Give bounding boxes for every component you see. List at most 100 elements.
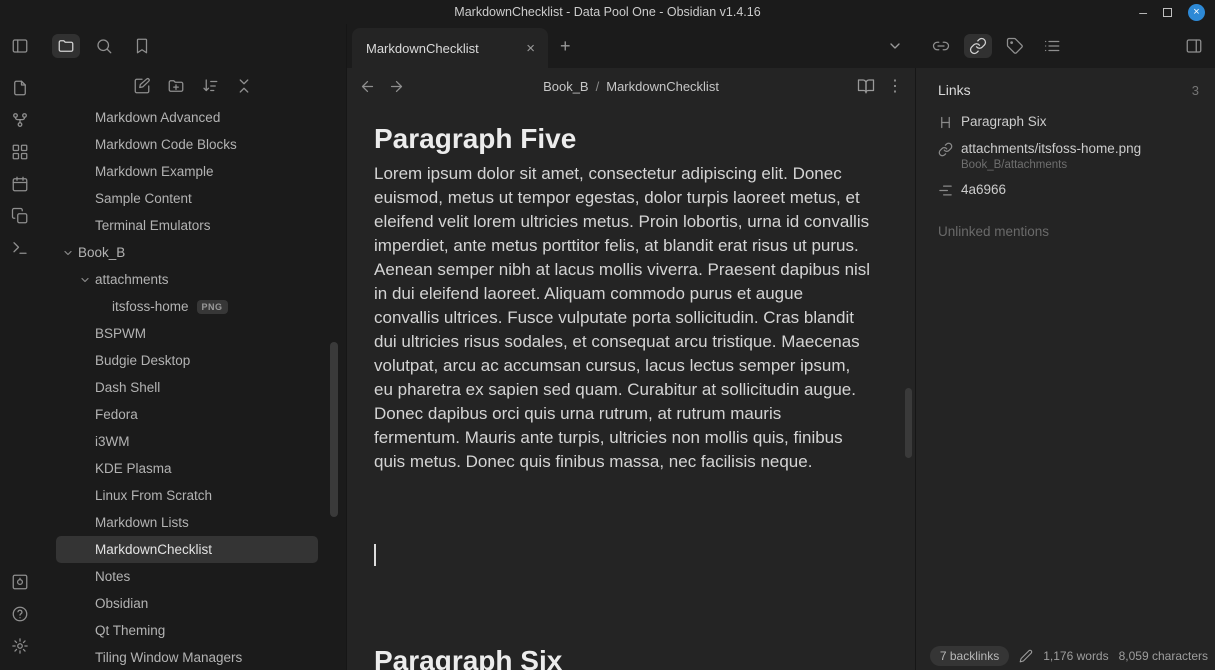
forward-button[interactable] [388,78,405,95]
tags-icon[interactable] [1001,34,1029,58]
sort-order-button[interactable] [196,74,224,98]
tree-item[interactable]: Fedora [56,401,318,428]
more-options-button[interactable]: ⋮ [887,76,903,96]
view-header: Book_B / MarkdownChecklist ⋮ [347,68,915,104]
breadcrumb-current[interactable]: MarkdownChecklist [606,79,719,94]
tree-item[interactable]: Markdown Advanced [56,104,318,131]
outgoing-links-icon[interactable] [964,34,992,58]
link-item-path: Book_B/attachments [961,159,1141,171]
workspace: MarkdownChecklist × + [347,24,1215,670]
tree-item[interactable]: attachments [56,266,318,293]
settings-button[interactable] [6,634,34,658]
tree-item[interactable]: i3WM [56,428,318,455]
breadcrumb-parent[interactable]: Book_B [543,79,589,94]
tree-item-label: Qt Theming [95,623,165,638]
tree-item[interactable]: Qt Theming [56,617,318,644]
bookmarks-tab-button[interactable] [128,34,156,58]
new-folder-button[interactable] [162,74,190,98]
quick-switcher-button[interactable] [6,76,34,100]
panel-right-icon [1185,37,1203,55]
outline-icon[interactable] [1038,34,1066,58]
toggle-right-sidebar-button[interactable] [1180,34,1208,58]
tree-item[interactable]: Markdown Lists [56,509,318,536]
tab-list-chevron-icon[interactable] [887,38,903,54]
status-bar: 7 backlinks 1,176 words 8,059 characters [923,642,1215,670]
link-item[interactable]: 4a6966 [938,182,1199,198]
tree-item[interactable]: Budgie Desktop [56,347,318,374]
reading-mode-button[interactable] [857,77,875,95]
tree-item[interactable]: KDE Plasma [56,455,318,482]
tree-item-label: Markdown Advanced [95,110,220,125]
back-button[interactable] [359,78,376,95]
daily-note-button[interactable] [6,172,34,196]
minimize-button[interactable]: – [1139,5,1147,19]
backlinks-icon[interactable] [927,34,955,58]
tree-item[interactable]: MarkdownChecklist [56,536,318,563]
graph-icon [11,111,29,129]
tree-item[interactable]: Markdown Code Blocks [56,131,318,158]
tree-item[interactable]: Linux From Scratch [56,482,318,509]
new-note-button[interactable] [128,74,156,98]
tree-item[interactable]: Obsidian [56,590,318,617]
tree-item-label: Linux From Scratch [95,488,212,503]
tree-item[interactable]: Sample Content [56,185,318,212]
tree-item[interactable]: itsfoss-home PNG [56,293,318,320]
folder-icon [57,37,75,55]
collapse-all-icon [235,77,253,95]
close-button[interactable]: × [1188,4,1205,21]
new-tab-button[interactable]: + [560,37,571,55]
insert-template-button[interactable] [6,204,34,228]
tab-close-icon[interactable]: × [523,40,538,57]
sort-icon [201,77,219,95]
links-list: Paragraph Six attachments/itsfoss-home.p… [938,114,1199,198]
editor-pane: Book_B / MarkdownChecklist ⋮ Paragraph F… [347,68,915,670]
new-canvas-button[interactable] [6,140,34,164]
unlinked-mentions-header[interactable]: Unlinked mentions [938,224,1199,239]
file-icon [11,79,29,97]
panel-left-icon [11,37,29,55]
tab-bar: MarkdownChecklist × + [347,24,915,68]
editor[interactable]: Paragraph Five Lorem ipsum dolor sit ame… [347,104,915,670]
tab-title: MarkdownChecklist [366,41,523,56]
tab-markdownchecklist[interactable]: MarkdownChecklist × [352,28,548,68]
vault-switcher-button[interactable] [6,570,34,594]
tree-item[interactable]: Tiling Window Managers [56,644,318,670]
block-icon [938,183,953,198]
toggle-left-sidebar-button[interactable] [6,34,34,58]
editor-scrollbar[interactable] [905,388,912,458]
help-button[interactable] [6,602,34,626]
search-icon [95,37,113,55]
tree-item[interactable]: Notes [56,563,318,590]
file-tree-scrollbar[interactable] [330,342,338,517]
tree-item-label: Markdown Lists [95,515,189,530]
char-count: 8,059 characters [1119,649,1208,663]
graph-view-button[interactable] [6,108,34,132]
search-tab-button[interactable] [90,34,118,58]
heading-icon [938,115,953,130]
text-caret [374,544,376,566]
collapse-all-button[interactable] [230,74,258,98]
tree-item-label: Tiling Window Managers [95,650,242,665]
chevron-down-icon[interactable] [62,247,78,259]
edit-mode-icon[interactable] [1019,649,1033,663]
backlinks-count[interactable]: 7 backlinks [930,646,1009,666]
tree-item[interactable]: Book_B [56,239,318,266]
tree-item-label: i3WM [95,434,130,449]
files-tab-button[interactable] [52,34,80,58]
link-item[interactable]: attachments/itsfoss-home.png Book_B/atta… [938,141,1199,171]
breadcrumb: Book_B / MarkdownChecklist [543,79,719,94]
file-tree: Markdown Advanced Markdown Code Blocks M… [40,104,346,670]
maximize-button[interactable] [1163,8,1172,17]
tree-item-label: KDE Plasma [95,461,172,476]
terminal-button[interactable] [6,236,34,260]
tree-item-label: MarkdownChecklist [95,542,212,557]
chevron-down-icon[interactable] [79,274,95,286]
tree-item[interactable]: Terminal Emulators [56,212,318,239]
tree-item[interactable]: BSPWM [56,320,318,347]
tree-item[interactable]: Dash Shell [56,374,318,401]
file-extension-badge: PNG [197,300,228,314]
left-sidebar: Markdown Advanced Markdown Code Blocks M… [40,24,347,670]
tree-item[interactable]: Markdown Example [56,158,318,185]
link-item[interactable]: Paragraph Six [938,114,1199,130]
link-icon [938,142,953,157]
